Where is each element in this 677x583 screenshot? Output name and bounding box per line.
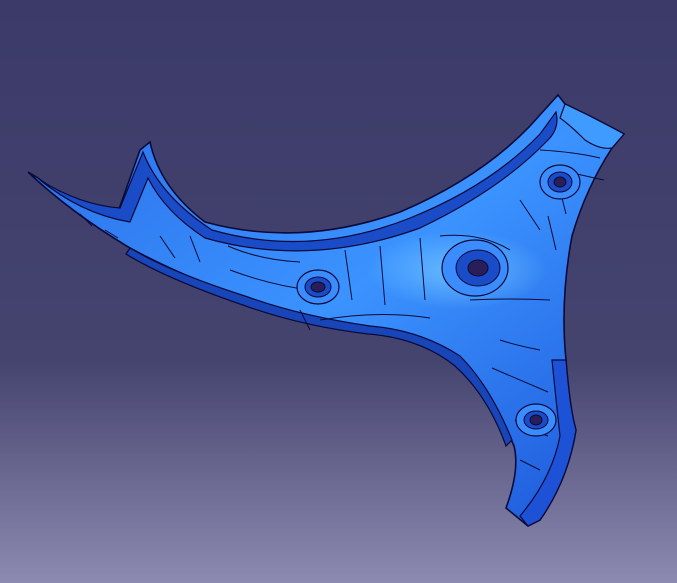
part-model[interactable] [0,0,677,583]
mount-hole-center[interactable] [441,239,509,297]
mount-hole-bottom[interactable] [515,403,557,437]
3d-viewport[interactable] [0,0,677,583]
mount-hole-top-right[interactable] [539,164,581,200]
mount-hole-left[interactable] [296,269,340,305]
